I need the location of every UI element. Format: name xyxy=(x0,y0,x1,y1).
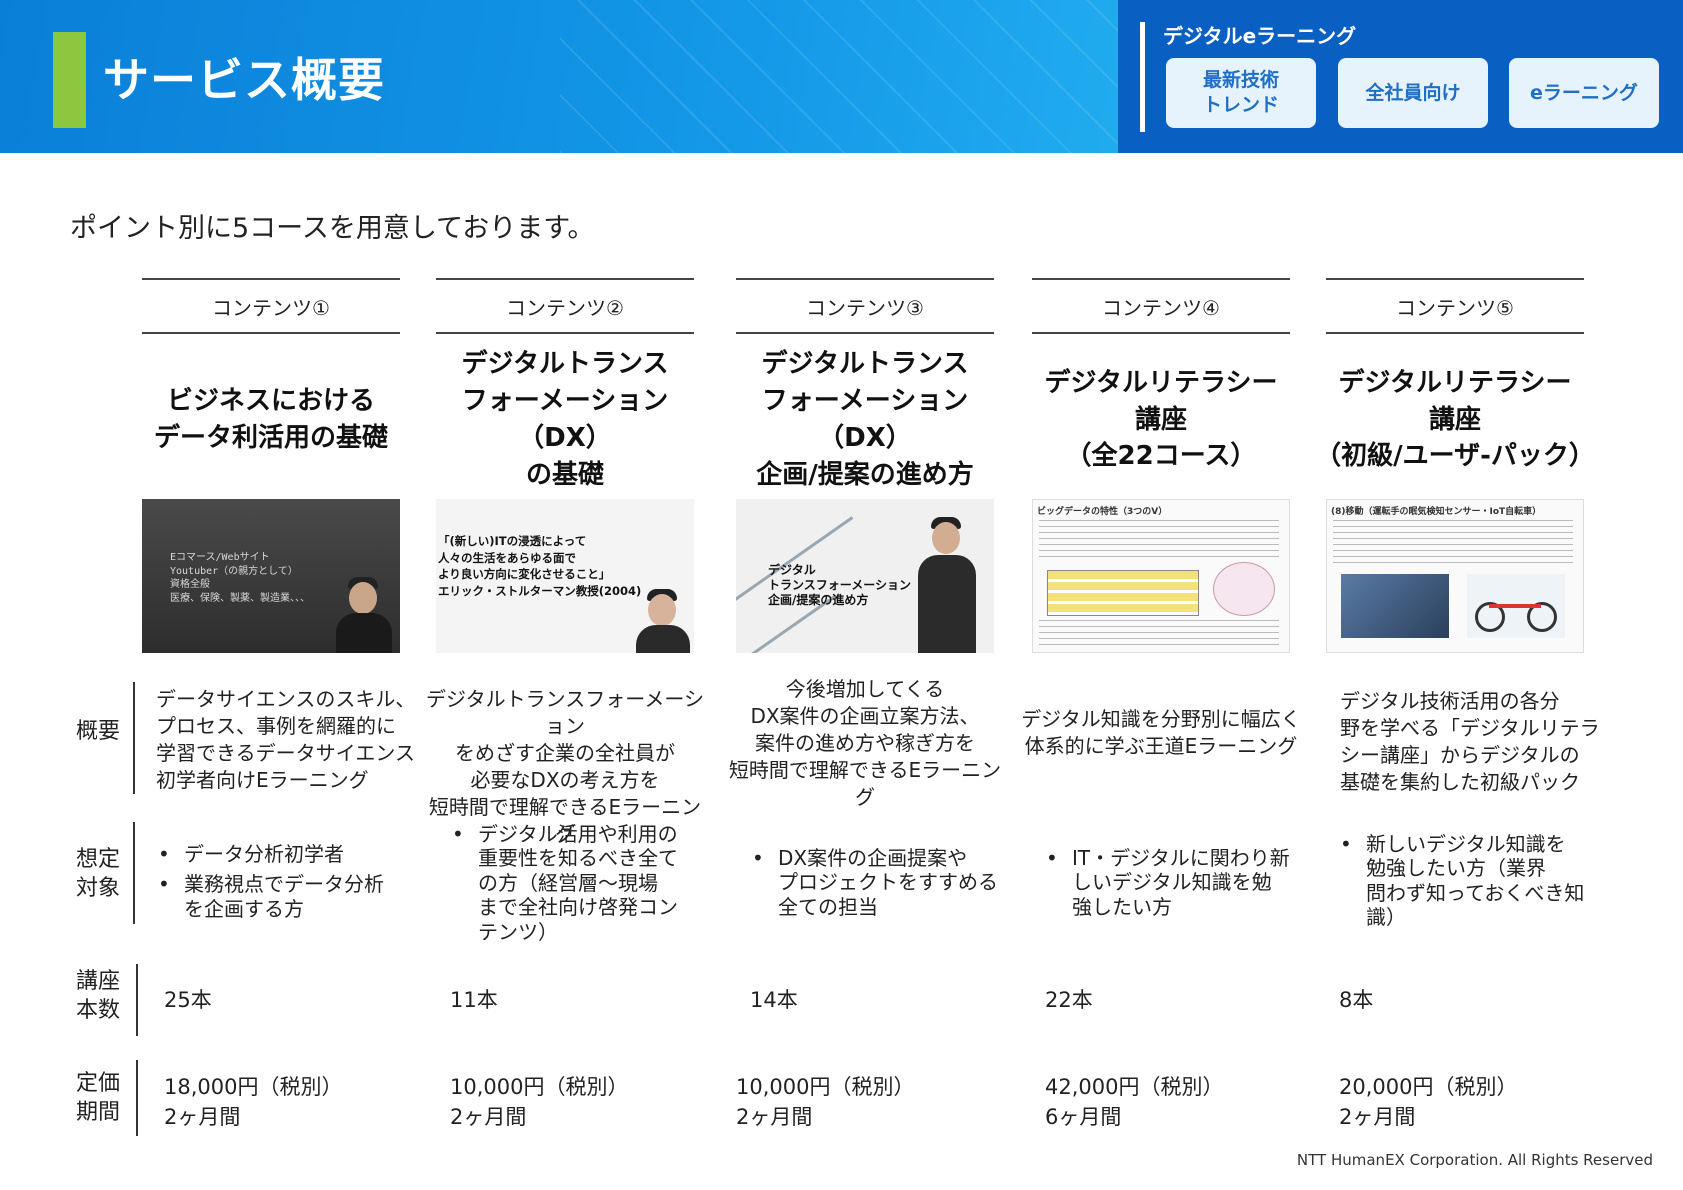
copyright-footer: NTT HumanEX Corporation. All Rights Rese… xyxy=(1296,1151,1653,1169)
period-value: 6ヶ月間 xyxy=(1045,1105,1122,1130)
course-targets-3: DX案件の企画提案や プロジェクトをすすめる 全ての担当 xyxy=(750,846,1010,925)
header-banner: サービス概要 デジタルeラーニング 最新技術 トレンド 全社員向け eラーニング xyxy=(0,0,1683,153)
course-price-2: 10,000円（税別） 2ヶ月間 xyxy=(450,1072,628,1133)
course-targets-4: IT・デジタルに関わり新 しいデジタル知識を勉 強したい方 xyxy=(1044,846,1304,925)
title-accent-bar xyxy=(53,32,86,128)
course-thumbnail-3: デジタル トランスフォーメーション 企画/提案の進め方 xyxy=(736,499,994,653)
row-rule-target xyxy=(133,822,135,924)
target-item: データ分析初学者 xyxy=(156,842,416,867)
category-panel-title: デジタルeラーニング xyxy=(1163,24,1357,48)
course-targets-5: 新しいデジタル知識を 勉強したい方（業界 問わず知っておくべき知 識） xyxy=(1338,832,1598,936)
thumbnail-slide-text: Eコマース/Webサイト Youtuber（の親方として） 資格全般 医療、保険… xyxy=(170,552,310,604)
tag-elearning: eラーニング xyxy=(1509,58,1659,128)
price-value: 10,000円（税別） xyxy=(450,1075,629,1099)
content-header-1: コンテンツ① xyxy=(142,278,400,334)
row-label-target: 想定 対象 xyxy=(75,847,120,901)
content-header-5: コンテンツ⑤ xyxy=(1326,278,1584,334)
course-thumbnail-2: 「(新しい)ITの浸透によって 人々の生活をあらゆる面で より良い方向に変化させ… xyxy=(436,499,694,653)
tag-all-employees: 全社員向け xyxy=(1338,58,1488,128)
row-rule-count xyxy=(136,964,138,1036)
course-count-5: 8本 xyxy=(1339,988,1374,1012)
row-rule-price xyxy=(136,1060,138,1136)
target-item: 業務視点でデータ分析 を企画する方 xyxy=(156,872,416,921)
row-label-count: 講座 本数 xyxy=(75,969,120,1023)
tag-latest-tech-trend: 最新技術 トレンド xyxy=(1166,58,1316,128)
course-targets-2: デジタル活用や利用の 重要性を知るべき全て の方（経営層～現場 まで全社向け啓発… xyxy=(450,822,710,950)
venn-diagram xyxy=(1213,562,1275,616)
course-summary-4: デジタル知識を分野別に幅広く 体系的に学ぶ王道Eラーニング xyxy=(1021,707,1301,758)
course-thumbnail-4: ビッグデータの特性（3つのV） xyxy=(1032,499,1290,653)
course-price-3: 10,000円（税別） 2ヶ月間 xyxy=(736,1072,914,1133)
price-value: 18,000円（税別） xyxy=(164,1075,343,1099)
course-summary-1: データサイエンスのスキル、 プロセス、事例を網羅的に 学習できるデータサイエンス… xyxy=(156,687,416,792)
target-item: DX案件の企画提案や プロジェクトをすすめる 全ての担当 xyxy=(750,846,1010,919)
thumbnail-slide-text: (8)移動（運転手の眠気検知センサー・IoT自転車） xyxy=(1331,507,1542,517)
intro-text: ポイント別に5コースを用意しております。 xyxy=(70,213,595,244)
course-title-1: ビジネスにおける データ利活用の基礎 xyxy=(153,386,388,453)
target-item: 新しいデジタル知識を 勉強したい方（業界 問わず知っておくべき知 識） xyxy=(1338,832,1598,930)
course-price-4: 42,000円（税別） 6ヶ月間 xyxy=(1045,1072,1223,1133)
course-targets-1: データ分析初学者 業務視点でデータ分析 を企画する方 xyxy=(156,842,416,927)
content-header-3: コンテンツ③ xyxy=(736,278,994,334)
thumbnail-slide-text: 「(新しい)ITの浸透によって 人々の生活をあらゆる面で より良い方向に変化させ… xyxy=(438,534,642,599)
course-thumbnail-5: (8)移動（運転手の眠気検知センサー・IoT自転車） xyxy=(1326,499,1584,653)
target-item: IT・デジタルに関わり新 しいデジタル知識を勉 強したい方 xyxy=(1044,846,1304,919)
target-item: デジタル活用や利用の 重要性を知るべき全て の方（経営層～現場 まで全社向け啓発… xyxy=(450,822,710,944)
thumbnail-slide-text: ビッグデータの特性（3つのV） xyxy=(1037,507,1168,517)
course-title-3: デジタルトランス フォーメーション（DX） 企画/提案の進め方 xyxy=(756,349,974,490)
driver-photo xyxy=(1341,574,1449,638)
course-title-5: デジタルリテラシー 講座 （初級/ユーザ-パック） xyxy=(1315,367,1595,472)
bicycle-photo xyxy=(1467,574,1565,638)
content-header-4: コンテンツ④ xyxy=(1032,278,1290,334)
period-value: 2ヶ月間 xyxy=(1339,1105,1416,1130)
period-value: 2ヶ月間 xyxy=(736,1105,813,1130)
course-summary-5: デジタル技術活用の各分 野を学べる「デジタルリテラ シー講座」からデジタルの 基… xyxy=(1340,689,1600,794)
page-title: サービス概要 xyxy=(103,53,385,107)
course-title-2: デジタルトランス フォーメーション（DX） の基礎 xyxy=(461,349,669,490)
slide-table xyxy=(1047,570,1199,616)
course-title-4: デジタルリテラシー 講座 （全22コース） xyxy=(1044,367,1278,472)
thumbnail-slide-text: デジタル トランスフォーメーション 企画/提案の進め方 xyxy=(768,563,912,607)
period-value: 2ヶ月間 xyxy=(450,1105,527,1130)
category-panel-divider xyxy=(1140,22,1145,132)
course-count-2: 11本 xyxy=(450,988,498,1012)
course-count-4: 22本 xyxy=(1045,988,1093,1012)
content-header-2: コンテンツ② xyxy=(436,278,694,334)
course-price-1: 18,000円（税別） 2ヶ月間 xyxy=(164,1072,342,1133)
price-value: 42,000円（税別） xyxy=(1045,1075,1224,1099)
price-value: 20,000円（税別） xyxy=(1339,1075,1518,1099)
row-rule-summary xyxy=(133,682,135,794)
period-value: 2ヶ月間 xyxy=(164,1105,241,1130)
row-label-price: 定価 期間 xyxy=(75,1071,120,1125)
course-price-5: 20,000円（税別） 2ヶ月間 xyxy=(1339,1072,1517,1133)
course-count-3: 14本 xyxy=(750,988,798,1012)
header-decoration xyxy=(560,0,1120,153)
row-label-summary: 概要 xyxy=(75,719,120,744)
course-thumbnail-1: Eコマース/Webサイト Youtuber（の親方として） 資格全般 医療、保険… xyxy=(142,499,400,653)
course-summary-3: 今後増加してくる DX案件の企画立案方法、 案件の進め方や稼ぎ方を 短時間で理解… xyxy=(728,677,1002,809)
price-value: 10,000円（税別） xyxy=(736,1075,915,1099)
course-count-1: 25本 xyxy=(164,988,212,1012)
